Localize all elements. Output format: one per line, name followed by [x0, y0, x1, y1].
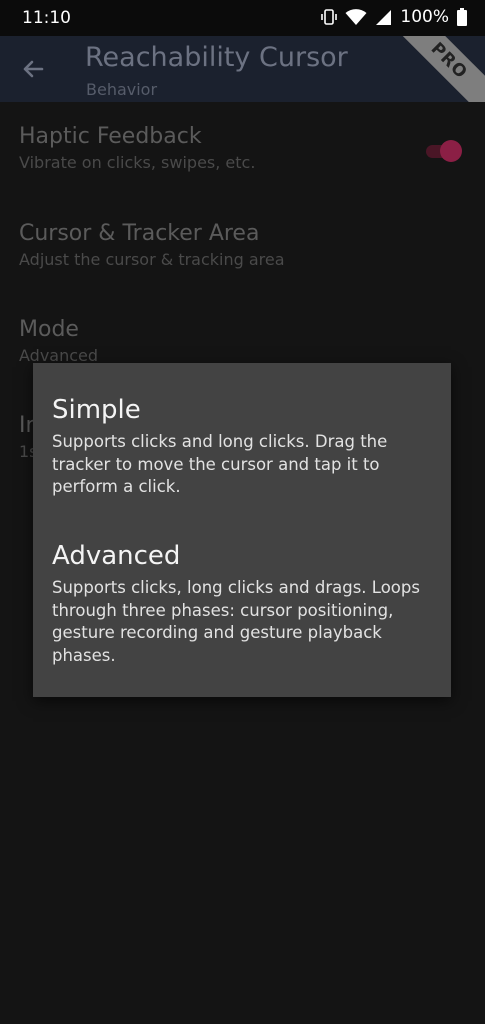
setting-title: Haptic Feedback — [19, 124, 202, 149]
option-simple[interactable]: Simple Supports clicks and long clicks. … — [52, 395, 437, 499]
wifi-icon — [345, 9, 367, 25]
setting-cursor-tracker-area[interactable]: Cursor & Tracker Area Adjust the cursor … — [19, 221, 459, 269]
mode-dialog: Simple Supports clicks and long clicks. … — [33, 363, 451, 697]
battery-text: 100% — [400, 7, 449, 27]
status-time: 11:10 — [22, 8, 71, 28]
setting-title: Mode — [19, 317, 79, 342]
setting-haptic-feedback[interactable]: Haptic Feedback Vibrate on clicks, swipe… — [19, 124, 462, 172]
vibrate-icon — [321, 9, 338, 25]
app-title: Reachability Cursor — [85, 42, 348, 73]
setting-summary: Adjust the cursor & tracking area — [19, 250, 285, 269]
setting-title: Cursor & Tracker Area — [19, 221, 260, 246]
app-bar: Reachability Cursor Behavior PRO — [0, 36, 485, 102]
pro-badge: PRO — [388, 36, 485, 102]
app-subtitle: Behavior — [86, 80, 158, 99]
setting-summary: Vibrate on clicks, swipes, etc. — [19, 153, 256, 172]
option-title: Simple — [52, 395, 141, 425]
status-bar: 11:10 100% — [0, 0, 485, 36]
status-icons: 100% — [321, 7, 467, 27]
setting-mode[interactable]: Mode Advanced — [19, 317, 459, 365]
option-advanced[interactable]: Advanced Supports clicks, long clicks an… — [52, 541, 437, 667]
haptic-feedback-toggle[interactable] — [426, 138, 464, 164]
battery-icon — [457, 8, 467, 26]
option-description: Supports clicks, long clicks and drags. … — [52, 578, 420, 665]
option-title: Advanced — [52, 541, 181, 571]
back-arrow-icon[interactable] — [18, 54, 48, 84]
option-description: Supports clicks and long clicks. Drag th… — [52, 432, 388, 496]
cell-signal-icon — [376, 9, 392, 25]
toggle-thumb — [440, 140, 462, 162]
